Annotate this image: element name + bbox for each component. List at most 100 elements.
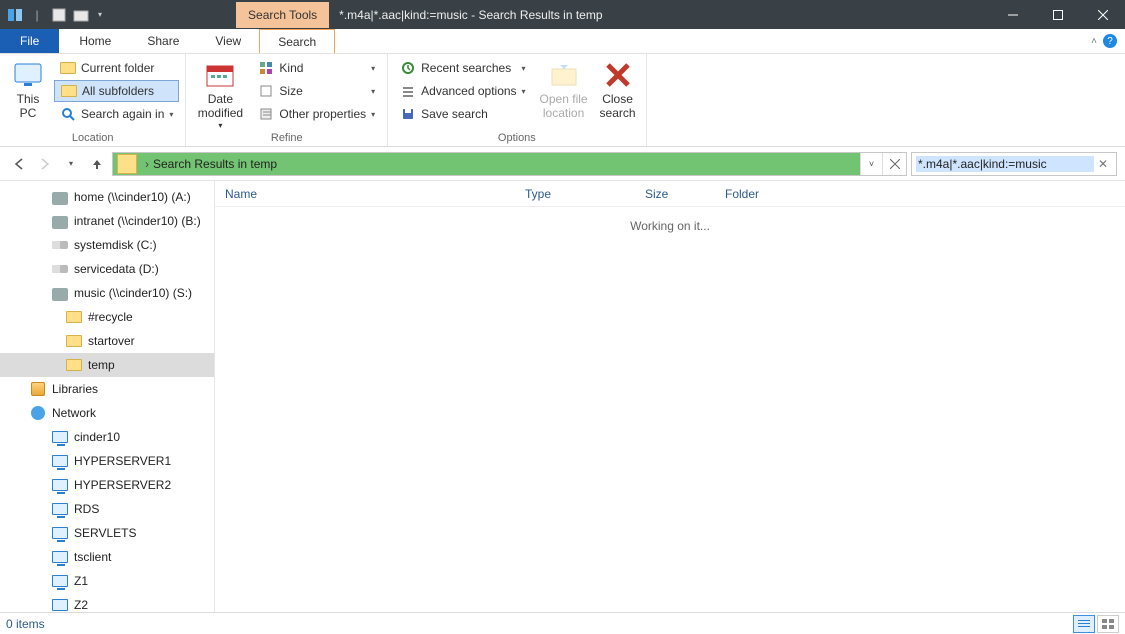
breadcrumb-chevron-icon[interactable]: › bbox=[141, 157, 153, 171]
chevron-down-icon: ▾ bbox=[522, 87, 526, 96]
tree-item-label: HYPERSERVER2 bbox=[74, 478, 171, 492]
tab-share[interactable]: Share bbox=[129, 29, 197, 53]
tree-item-label: music (\\cinder10) (S:) bbox=[74, 286, 192, 300]
tree-item[interactable]: HYPERSERVER1 bbox=[0, 449, 214, 473]
column-folder[interactable]: Folder bbox=[715, 187, 835, 201]
tab-file[interactable]: File bbox=[0, 29, 59, 53]
tree-item[interactable]: intranet (\\cinder10) (B:) bbox=[0, 209, 214, 233]
tree-item-label: cinder10 bbox=[74, 430, 120, 444]
column-size[interactable]: Size bbox=[635, 187, 715, 201]
column-name[interactable]: Name bbox=[215, 187, 515, 201]
recent-locations-button[interactable]: ▾ bbox=[60, 153, 82, 175]
save-icon bbox=[400, 106, 416, 122]
explorer-icon bbox=[6, 6, 24, 24]
tree-item[interactable]: Network bbox=[0, 401, 214, 425]
chevron-down-icon: ▾ bbox=[371, 87, 375, 96]
tree-item[interactable]: servicedata (D:) bbox=[0, 257, 214, 281]
search-again-icon bbox=[60, 106, 76, 122]
ribbon-collapse-icon[interactable]: ˄ bbox=[1091, 36, 1097, 47]
details-view-button[interactable] bbox=[1073, 615, 1095, 633]
save-search-button[interactable]: Save search bbox=[394, 103, 531, 125]
comp-icon bbox=[52, 549, 68, 565]
main-content: home (\\cinder10) (A:) intranet (\\cinder… bbox=[0, 180, 1125, 612]
window-title: *.m4a|*.aac|kind:=music - Search Results… bbox=[339, 8, 602, 22]
address-bar[interactable]: › Search Results in temp ˅ bbox=[112, 152, 907, 176]
size-icon bbox=[258, 83, 274, 99]
navigation-tree[interactable]: home (\\cinder10) (A:) intranet (\\cinder… bbox=[0, 181, 215, 612]
kind-button[interactable]: Kind ▾ bbox=[252, 57, 381, 79]
back-button[interactable] bbox=[8, 153, 30, 175]
netdrive-icon bbox=[52, 213, 68, 229]
tree-item-label: temp bbox=[88, 358, 115, 372]
thumbnails-view-button[interactable] bbox=[1097, 615, 1119, 633]
tree-item[interactable]: music (\\cinder10) (S:) bbox=[0, 281, 214, 305]
tree-item-label: HYPERSERVER1 bbox=[74, 454, 171, 468]
date-modified-button[interactable]: Date modified ▾ bbox=[192, 57, 248, 130]
status-bar: 0 items bbox=[0, 612, 1125, 634]
tree-item[interactable]: cinder10 bbox=[0, 425, 214, 449]
folder-tree-icon bbox=[61, 83, 77, 99]
tree-item-label: #recycle bbox=[88, 310, 133, 324]
this-pc-button[interactable]: This PC bbox=[6, 57, 50, 121]
tree-item[interactable]: SERVLETS bbox=[0, 521, 214, 545]
tree-item[interactable]: RDS bbox=[0, 497, 214, 521]
tree-item-label: systemdisk (C:) bbox=[74, 238, 157, 252]
save-search-label: Save search bbox=[421, 107, 488, 121]
size-label: Size bbox=[279, 84, 302, 98]
ribbon-group-refine: Date modified ▾ Kind ▾ Size ▾ Other prop… bbox=[186, 54, 388, 146]
other-properties-button[interactable]: Other properties ▾ bbox=[252, 103, 381, 125]
tree-item[interactable]: systemdisk (C:) bbox=[0, 233, 214, 257]
group-label-location: Location bbox=[6, 130, 179, 144]
all-subfolders-button[interactable]: All subfolders bbox=[54, 80, 179, 102]
search-again-in-button[interactable]: Search again in ▾ bbox=[54, 103, 179, 125]
comp-icon bbox=[52, 477, 68, 493]
tree-item[interactable]: temp bbox=[0, 353, 214, 377]
tree-item[interactable]: Libraries bbox=[0, 377, 214, 401]
search-box[interactable]: *.m4a|*.aac|kind:=music ✕ bbox=[911, 152, 1117, 176]
search-query[interactable]: *.m4a|*.aac|kind:=music bbox=[916, 156, 1094, 172]
tree-item[interactable]: Z1 bbox=[0, 569, 214, 593]
advanced-options-label: Advanced options bbox=[421, 84, 516, 98]
close-button[interactable] bbox=[1080, 0, 1125, 29]
column-type[interactable]: Type bbox=[515, 187, 635, 201]
tree-item[interactable]: tsclient bbox=[0, 545, 214, 569]
tree-item[interactable]: #recycle bbox=[0, 305, 214, 329]
advanced-options-button[interactable]: Advanced options ▾ bbox=[394, 80, 531, 102]
up-button[interactable] bbox=[86, 153, 108, 175]
tree-item-label: Network bbox=[52, 406, 96, 420]
new-folder-icon[interactable] bbox=[72, 6, 90, 24]
search-again-label: Search again in bbox=[81, 107, 164, 121]
group-label-options: Options bbox=[394, 130, 639, 144]
tree-item[interactable]: startover bbox=[0, 329, 214, 353]
stop-button[interactable] bbox=[882, 153, 906, 175]
tree-item[interactable]: home (\\cinder10) (A:) bbox=[0, 185, 214, 209]
size-button[interactable]: Size ▾ bbox=[252, 80, 381, 102]
working-status: Working on it... bbox=[215, 207, 1125, 233]
maximize-button[interactable] bbox=[1035, 0, 1080, 29]
qat-dropdown-icon[interactable]: ▾ bbox=[94, 10, 106, 19]
folder-icon bbox=[66, 357, 82, 373]
netdrive-icon bbox=[52, 189, 68, 205]
close-search-button[interactable]: Close search bbox=[596, 57, 640, 121]
clear-search-icon[interactable]: ✕ bbox=[1094, 157, 1112, 171]
tab-view[interactable]: View bbox=[197, 29, 259, 53]
tree-item-label: intranet (\\cinder10) (B:) bbox=[74, 214, 201, 228]
current-folder-button[interactable]: Current folder bbox=[54, 57, 179, 79]
minimize-button[interactable] bbox=[990, 0, 1035, 29]
help-icon[interactable]: ? bbox=[1103, 34, 1117, 48]
monitor-icon bbox=[12, 59, 44, 91]
address-dropdown-icon[interactable]: ˅ bbox=[860, 153, 882, 175]
close-x-icon bbox=[602, 59, 634, 91]
tree-item[interactable]: HYPERSERVER2 bbox=[0, 473, 214, 497]
tab-search[interactable]: Search bbox=[259, 29, 335, 53]
folder-icon bbox=[60, 60, 76, 76]
netdrive-icon bbox=[52, 285, 68, 301]
properties-icon[interactable] bbox=[50, 6, 68, 24]
tree-item[interactable]: Z2 bbox=[0, 593, 214, 612]
drive-icon bbox=[52, 261, 68, 277]
calendar-icon bbox=[204, 59, 236, 91]
tab-home[interactable]: Home bbox=[61, 29, 129, 53]
recent-searches-button[interactable]: Recent searches ▾ bbox=[394, 57, 531, 79]
comp-icon bbox=[52, 525, 68, 541]
tree-item-label: Z2 bbox=[74, 598, 88, 612]
